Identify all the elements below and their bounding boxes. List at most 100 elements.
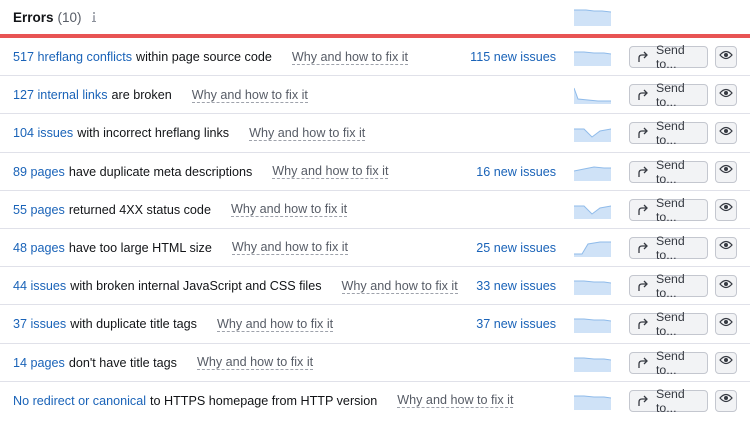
issue-link[interactable]: No redirect or canonical [13,394,146,408]
issue-row: 55 pages returned 4XX status code Why an… [0,191,750,229]
share-arrow-icon [636,317,650,331]
issue-link[interactable]: 127 internal links [13,88,108,102]
new-issues-link[interactable]: 16 new issues [476,153,556,191]
errors-title: Errors [13,9,54,25]
send-to-label: Send to... [656,43,685,71]
eye-icon [719,162,733,181]
issue-link[interactable]: 48 pages [13,241,65,255]
view-issue-button[interactable] [715,389,737,412]
send-to-button[interactable]: Send to... [629,310,708,339]
issue-description: 55 pages returned 4XX status code Why an… [13,191,348,229]
eye-icon [719,200,733,219]
issue-text: with duplicate title tags [70,317,197,332]
view-issue-button[interactable] [715,198,737,221]
why-and-how-to-fix-link[interactable]: Why and how to fix it [231,240,349,256]
errors-count: (10) [57,9,82,25]
send-to-button[interactable]: Send to... [629,43,708,71]
trend-sparkline [574,357,611,372]
why-and-how-to-fix-link[interactable]: Why and how to fix it [191,88,308,103]
trend-sparkline [574,318,611,334]
issue-text: to HTTPS homepage from HTTP version [150,393,378,408]
view-issue-button[interactable] [715,160,737,183]
issue-link[interactable]: 37 issues [13,317,66,331]
new-issues-link[interactable]: 115 new issues [470,38,556,76]
issue-link[interactable]: 14 pages [13,356,65,370]
view-issue-button[interactable] [715,351,737,374]
issue-row: 517 hreflang conflicts within page sourc… [0,38,750,77]
issue-row: 127 internal links are broken Why and ho… [0,76,750,115]
share-arrow-icon [636,88,650,102]
send-to-label: Send to... [656,119,685,148]
why-and-how-to-fix-link[interactable]: Why and how to fix it [397,393,514,409]
issue-link[interactable]: 44 issues [13,279,66,293]
trend-sparkline [574,166,611,181]
issue-description: 44 issues with broken internal JavaScrip… [13,267,458,305]
share-arrow-icon [636,203,650,217]
send-to-button[interactable]: Send to... [629,349,708,377]
share-arrow-icon [636,356,650,370]
errors-panel: Errors (10) 517 hreflang conflicts withi… [0,0,750,426]
issue-description: 517 hreflang conflicts within page sourc… [13,38,409,76]
view-issue-button[interactable] [715,313,737,336]
send-to-label: Send to... [656,272,685,301]
trend-sparkline [574,395,611,410]
issues-list: 517 hreflang conflicts within page sourc… [0,38,750,420]
view-issue-button[interactable] [715,122,737,145]
eye-icon [719,353,733,372]
why-and-how-to-fix-link[interactable]: Why and how to fix it [196,355,314,370]
new-issues-link[interactable]: 33 new issues [476,267,556,305]
send-to-button[interactable]: Send to... [629,81,708,109]
send-to-button[interactable]: Send to... [629,196,708,224]
send-to-button[interactable]: Send to... [629,272,708,301]
issue-link[interactable]: 104 issues [13,126,73,140]
trend-sparkline [574,51,611,66]
issue-text: returned 4XX status code [68,202,211,217]
view-issue-button[interactable] [715,236,737,259]
view-issue-button[interactable] [715,46,737,68]
issue-description: 127 internal links are broken Why and ho… [13,76,308,114]
why-and-how-to-fix-link[interactable]: Why and how to fix it [249,126,366,141]
trend-sparkline [574,280,611,296]
issue-row: 44 issues with broken internal JavaScrip… [0,267,750,306]
why-and-how-to-fix-link[interactable]: Why and how to fix it [230,202,348,218]
issue-row: 37 issues with duplicate title tags Why … [0,305,750,344]
eye-icon [719,238,733,257]
why-and-how-to-fix-link[interactable]: Why and how to fix it [272,164,389,180]
share-arrow-icon [636,165,650,179]
issue-description: 48 pages have too large HTML size Why an… [13,229,349,267]
trend-sparkline [574,241,611,257]
send-to-button[interactable]: Send to... [629,387,708,415]
why-and-how-to-fix-link[interactable]: Why and how to fix it [341,279,458,294]
issue-link[interactable]: 89 pages [13,165,65,179]
send-to-label: Send to... [656,233,685,262]
send-to-button[interactable]: Send to... [629,157,708,186]
share-arrow-icon [636,241,650,255]
issue-row: 14 pages don't have title tags Why and h… [0,344,750,382]
issue-description: 14 pages don't have title tags Why and h… [13,344,314,382]
issue-description: No redirect or canonical to HTTPS homepa… [13,382,514,420]
issue-row: 89 pages have duplicate meta description… [0,153,750,191]
trend-sparkline [574,205,611,219]
issue-link[interactable]: 55 pages [13,203,65,217]
new-issues-link[interactable]: 37 new issues [476,305,556,343]
new-issues-link[interactable]: 25 new issues [476,229,556,267]
issue-text: don't have title tags [68,355,177,370]
issue-text: with broken internal JavaScript and CSS … [70,279,322,294]
view-issue-button[interactable] [715,275,737,298]
share-arrow-icon [636,50,650,64]
why-and-how-to-fix-link[interactable]: Why and how to fix it [216,317,334,332]
trend-sparkline [574,88,611,105]
send-to-button[interactable]: Send to... [629,119,708,148]
issue-link[interactable]: 517 hreflang conflicts [13,50,132,64]
info-icon[interactable] [89,10,99,24]
send-to-label: Send to... [656,310,685,339]
errors-header: Errors (10) [0,0,750,34]
issue-row: No redirect or canonical to HTTPS homepa… [0,382,750,420]
why-and-how-to-fix-link[interactable]: Why and how to fix it [291,50,409,65]
issue-text: have duplicate meta descriptions [68,164,253,179]
send-to-label: Send to... [656,157,685,186]
send-to-button[interactable]: Send to... [629,233,708,262]
eye-icon [719,86,733,105]
issue-row: 48 pages have too large HTML size Why an… [0,229,750,268]
view-issue-button[interactable] [715,84,737,107]
